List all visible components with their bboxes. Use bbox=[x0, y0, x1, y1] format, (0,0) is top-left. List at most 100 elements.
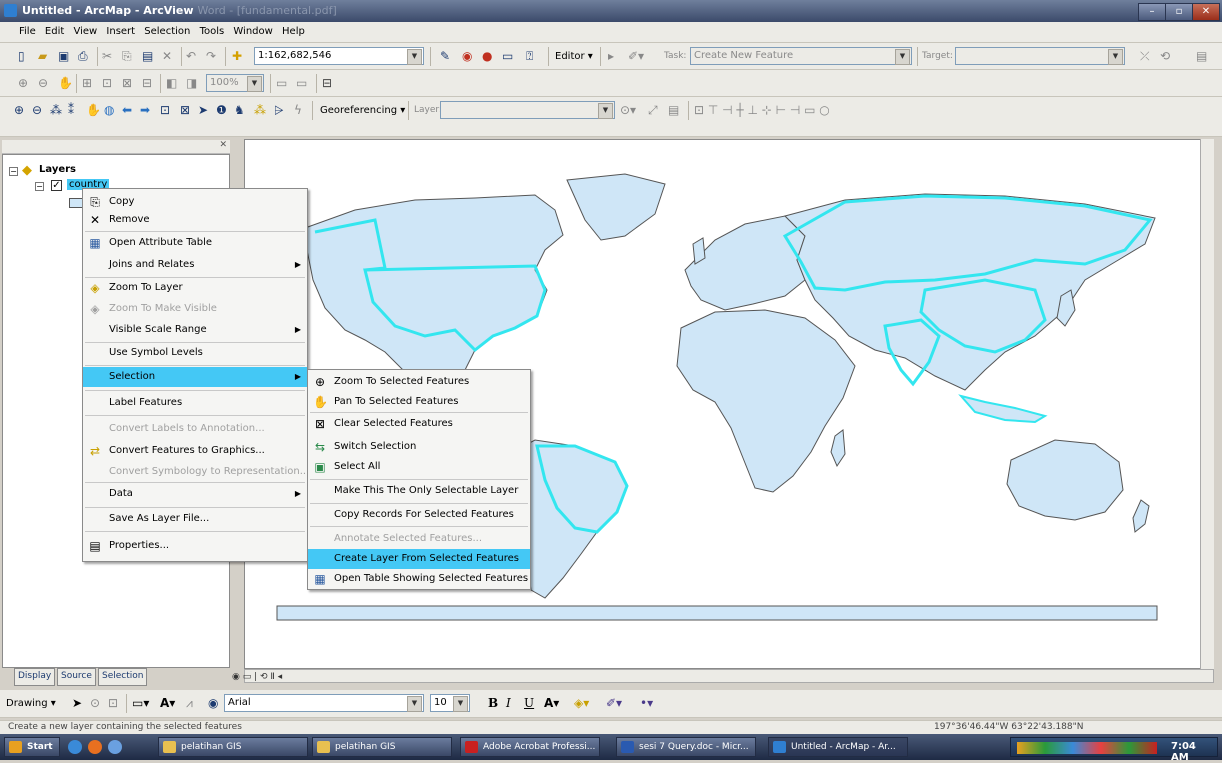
tab-selection[interactable]: Selection bbox=[98, 668, 148, 686]
font-size-combo[interactable]: 10 ▼ bbox=[430, 694, 470, 712]
menu-view[interactable]: View bbox=[70, 22, 100, 37]
redo-icon[interactable]: ↷ bbox=[206, 47, 216, 65]
task-pelatihan-gis-2[interactable]: pelatihan GIS bbox=[312, 737, 452, 757]
delete-icon[interactable]: ✕ bbox=[162, 47, 172, 65]
menu-help[interactable]: Help bbox=[279, 22, 308, 37]
italic-button[interactable]: I bbox=[506, 694, 511, 712]
menu-convert-symbology[interactable]: Convert Symbology to Representation... bbox=[83, 462, 309, 482]
task-pelatihan-gis-1[interactable]: pelatihan GIS bbox=[158, 737, 308, 757]
quicklaunch-firefox-icon[interactable] bbox=[88, 740, 102, 754]
menu-zoom-make-visible[interactable]: ◈ Zoom To Make Visible bbox=[83, 299, 307, 319]
fixed-zoom-out-icon[interactable]: ⊟ bbox=[142, 74, 152, 92]
catalog-icon[interactable]: ● bbox=[482, 47, 492, 65]
undo-icon[interactable]: ↶ bbox=[186, 47, 196, 65]
back-extent-icon[interactable]: ⬅ bbox=[122, 101, 132, 119]
sketch-tool-icon[interactable]: ✐▾ bbox=[628, 47, 644, 65]
topology-icon[interactable]: ⊡ ⊤ ⊣ ┼ ⊥ ⊹ ⊢ ⊣ ▭ ○ bbox=[694, 101, 830, 119]
rectangle-icon[interactable]: ▭▾ bbox=[132, 694, 149, 712]
previous-extent-page-icon[interactable]: ◧ bbox=[166, 74, 177, 92]
underline-button[interactable]: U bbox=[524, 694, 534, 712]
menu-zoom-to-selected[interactable]: ⊕ Zoom To Selected Features bbox=[308, 372, 530, 392]
attributes-icon[interactable]: ▤ bbox=[1196, 47, 1207, 65]
zoom-out-page-icon[interactable]: ⊖ bbox=[38, 74, 48, 92]
cut-icon[interactable]: ✂ bbox=[102, 47, 112, 65]
full-extent-icon[interactable]: ◍ bbox=[104, 101, 114, 119]
change-layout-icon[interactable]: ⊟ bbox=[322, 74, 332, 92]
menu-annotate-selected[interactable]: Annotate Selected Features... bbox=[308, 529, 530, 549]
tray-icons[interactable] bbox=[1017, 742, 1157, 754]
rotate-georef-icon[interactable]: ⊙▾ bbox=[620, 101, 636, 119]
menu-remove[interactable]: ✕ Remove bbox=[83, 210, 307, 230]
font-combo[interactable]: Arial ▼ bbox=[224, 694, 424, 712]
menu-convert-features[interactable]: ⇄ Convert Features to Graphics... bbox=[83, 441, 307, 461]
maximize-button[interactable]: ▫ bbox=[1165, 3, 1193, 21]
georeferencing-menu[interactable]: Georeferencing ▾ bbox=[320, 101, 405, 119]
open-icon[interactable]: ▰ bbox=[38, 47, 47, 65]
menu-copy-records[interactable]: Copy Records For Selected Features bbox=[308, 505, 530, 525]
menu-select-all[interactable]: ▣ Select All bbox=[308, 457, 530, 477]
menu-insert[interactable]: Insert bbox=[103, 22, 138, 37]
toggle-draft-icon[interactable]: ▭ bbox=[276, 74, 287, 92]
menu-copy[interactable]: ⎘ Copy bbox=[83, 192, 307, 212]
measure-icon[interactable]: ⩥ bbox=[274, 101, 284, 119]
menu-data[interactable]: Data ▶ bbox=[83, 484, 307, 504]
data-frame-label[interactable]: Layers bbox=[39, 164, 76, 175]
zoom-to-elements-icon[interactable]: ⊡ bbox=[108, 694, 118, 712]
quicklaunch-search-icon[interactable] bbox=[108, 740, 122, 754]
fill-color-icon[interactable]: ◈▾ bbox=[574, 694, 589, 712]
go-to-xy-icon[interactable]: ⁂ bbox=[254, 101, 266, 119]
rotate-icon[interactable]: ⊙ bbox=[90, 694, 100, 712]
text-icon[interactable]: A▾ bbox=[160, 694, 175, 712]
layer-visibility-checkbox[interactable]: ✓ bbox=[51, 180, 62, 191]
fixed-zoom-in-icon[interactable]: ⊠ bbox=[122, 74, 132, 92]
menu-clear-selected[interactable]: ⊠ Clear Selected Features bbox=[308, 414, 530, 434]
line-color-icon[interactable]: ✐▾ bbox=[606, 694, 622, 712]
zoom-in-page-icon[interactable]: ⊕ bbox=[18, 74, 28, 92]
map-scale-combo[interactable]: 1:162,682,546 ▼ bbox=[254, 47, 424, 65]
rotate-tool-icon[interactable]: ⟲ bbox=[1160, 47, 1170, 65]
menu-pan-to-selected[interactable]: ✋ Pan To Selected Features bbox=[308, 392, 530, 412]
clear-selection-icon[interactable]: ⊠ bbox=[180, 101, 190, 119]
identify-icon[interactable]: ❶ bbox=[216, 101, 227, 119]
pan-page-icon[interactable]: ✋ bbox=[58, 74, 73, 92]
new-icon[interactable]: ▯ bbox=[18, 47, 25, 65]
whats-this-icon[interactable]: ⍰ bbox=[526, 47, 533, 65]
zoom-in-icon[interactable]: ⊕ bbox=[14, 101, 24, 119]
task-combo[interactable]: Create New Feature ▼ bbox=[690, 47, 912, 65]
save-icon[interactable]: ▣ bbox=[58, 47, 69, 65]
menu-selection[interactable]: Selection bbox=[141, 22, 193, 37]
task-adobe-acrobat[interactable]: Adobe Acrobat Professi... bbox=[460, 737, 600, 757]
select-elements-icon[interactable]: ➤ bbox=[198, 101, 208, 119]
marker-color-icon[interactable]: •▾ bbox=[640, 694, 653, 712]
drawing-menu[interactable]: Drawing ▾ bbox=[6, 694, 56, 712]
bold-button[interactable]: B bbox=[488, 694, 498, 712]
menu-make-only-selectable[interactable]: Make This The Only Selectable Layer bbox=[308, 481, 530, 501]
close-icon[interactable]: ✕ bbox=[219, 140, 227, 150]
menu-open-attribute-table[interactable]: ▦ Open Attribute Table bbox=[83, 233, 307, 253]
menu-use-symbol-levels[interactable]: Use Symbol Levels bbox=[83, 343, 307, 363]
collapse-icon[interactable]: − bbox=[9, 167, 18, 176]
menu-edit[interactable]: Edit bbox=[42, 22, 67, 37]
command-line-icon[interactable]: ▭ bbox=[502, 47, 513, 65]
add-data-icon[interactable]: ✚ bbox=[232, 47, 242, 65]
layer-symbol[interactable] bbox=[69, 198, 83, 208]
menu-switch-selection[interactable]: ⇆ Switch Selection bbox=[308, 437, 530, 457]
menu-tools[interactable]: Tools bbox=[197, 22, 228, 37]
editor-menu[interactable]: Editor ▾ bbox=[555, 47, 593, 65]
edit-tool-icon[interactable]: ▸ bbox=[608, 47, 614, 65]
forward-extent-icon[interactable]: ➡ bbox=[140, 101, 150, 119]
add-control-points-icon[interactable]: ⤢ bbox=[648, 101, 658, 119]
task-word-document[interactable]: sesi 7 Query.doc - Micr... bbox=[616, 737, 756, 757]
select-features-icon[interactable]: ⊡ bbox=[160, 101, 170, 119]
menu-joins-relates[interactable]: Joins and Relates ▶ bbox=[83, 255, 307, 275]
menu-zoom-to-layer[interactable]: ◈ Zoom To Layer bbox=[83, 278, 307, 298]
zoom-whole-page-icon[interactable]: ⊞ bbox=[82, 74, 92, 92]
menu-selection[interactable]: Selection ▶ bbox=[83, 367, 307, 387]
menu-label-features[interactable]: Label Features bbox=[83, 393, 307, 413]
print-icon[interactable]: ⎙ bbox=[78, 47, 88, 65]
map-horizontal-scrollbar[interactable] bbox=[244, 669, 1214, 683]
zoom-100-icon[interactable]: ⊡ bbox=[102, 74, 112, 92]
georef-layer-combo[interactable]: ▼ bbox=[440, 101, 615, 119]
hyperlink-icon[interactable]: ϟ bbox=[294, 101, 302, 119]
menu-visible-scale-range[interactable]: Visible Scale Range ▶ bbox=[83, 320, 307, 340]
